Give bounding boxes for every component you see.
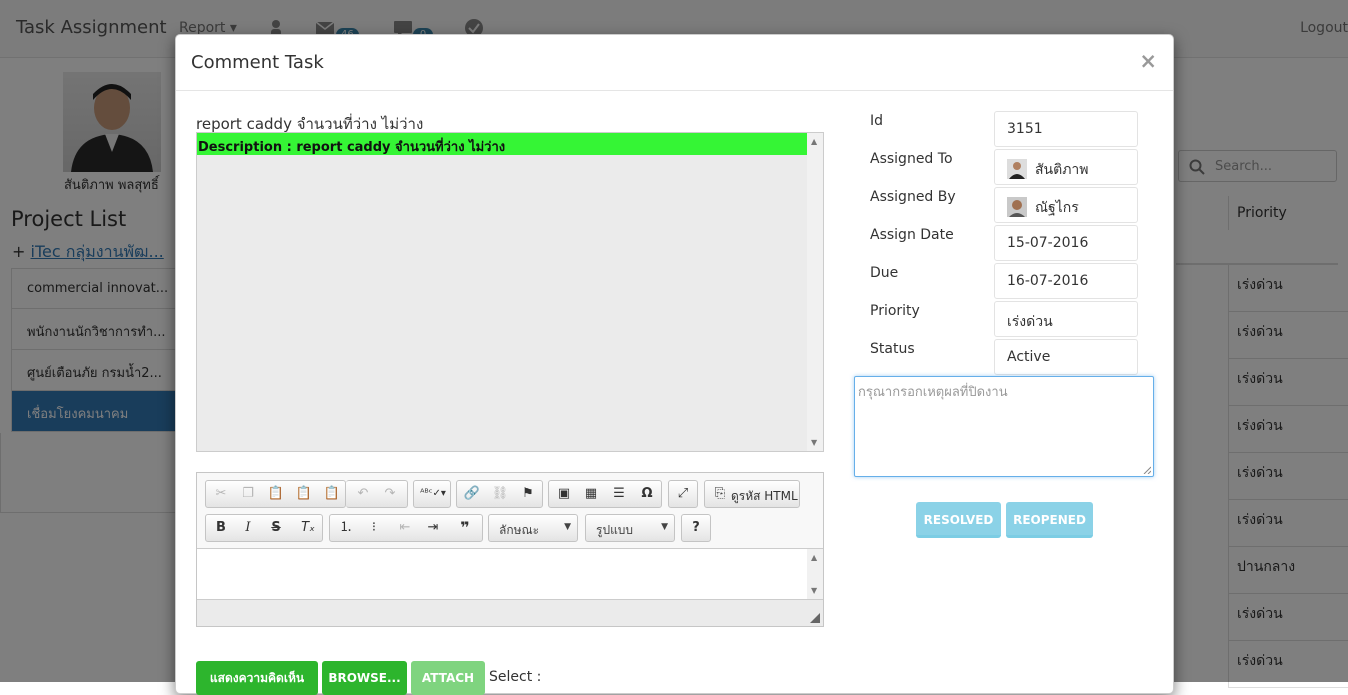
resize-grip-icon[interactable] bbox=[1143, 466, 1151, 474]
special-char-icon[interactable]: Ω bbox=[636, 484, 658, 504]
resize-grip-icon[interactable] bbox=[810, 613, 820, 623]
resolved-button[interactable]: RESOLVED bbox=[916, 502, 1001, 538]
close-icon[interactable]: × bbox=[1139, 49, 1157, 73]
caret-down-icon: ▼ bbox=[661, 522, 668, 532]
description-text: Description : report caddy จำนวนที่ว่าง … bbox=[197, 133, 807, 155]
redo-icon[interactable]: ↷ bbox=[379, 484, 401, 504]
comment-editor: ✂ ❐ 📋 📋 📋 ↶ ↷ ᴬᴮᶜ✓▾ 🔗 ⛓ ⚑ ▣ ▦ ☰ Ω ⤢ ⎘ ดู… bbox=[196, 472, 824, 627]
anchor-flag-icon[interactable]: ⚑ bbox=[517, 484, 539, 504]
scroll-down-icon[interactable]: ▼ bbox=[811, 586, 817, 595]
cut-icon[interactable]: ✂ bbox=[210, 484, 232, 504]
assign-date-label: Assign Date bbox=[870, 227, 954, 243]
id-value: 3151 bbox=[994, 111, 1138, 147]
assigned-by-label: Assigned By bbox=[870, 189, 956, 205]
paste-word-icon[interactable]: 📋 bbox=[321, 484, 343, 504]
editor-scrollbar[interactable]: ▲ ▼ bbox=[807, 549, 823, 599]
browse-button[interactable]: BROWSE... bbox=[322, 661, 407, 695]
scroll-up-icon[interactable]: ▲ bbox=[811, 137, 817, 146]
show-comments-button[interactable]: แสดงความคิดเห็น bbox=[196, 661, 318, 695]
maximize-icon[interactable]: ⤢ bbox=[672, 484, 694, 504]
close-reason-textarea[interactable]: กรุณากรอกเหตุผลที่ปิดงาน bbox=[854, 376, 1154, 477]
strike-icon[interactable]: S bbox=[265, 518, 287, 538]
format-group: B I S Tₓ bbox=[205, 514, 323, 542]
numbered-list-icon[interactable]: ⒈ bbox=[335, 518, 357, 538]
maximize-group: ⤢ bbox=[668, 480, 698, 508]
priority-label: Priority bbox=[870, 303, 920, 319]
status-value: Active bbox=[994, 339, 1138, 375]
assigned-to-value: สันติภาพ bbox=[994, 149, 1138, 185]
editor-toolbar: ✂ ❐ 📋 📋 📋 ↶ ↷ ᴬᴮᶜ✓▾ 🔗 ⛓ ⚑ ▣ ▦ ☰ Ω ⤢ ⎘ ดู… bbox=[205, 480, 817, 550]
description-box: Description : report caddy จำนวนที่ว่าง … bbox=[196, 132, 824, 452]
italic-icon[interactable]: I bbox=[237, 518, 259, 538]
horizontal-line-icon[interactable]: ☰ bbox=[608, 484, 630, 504]
assigned-to-name: สันติภาพ bbox=[1035, 162, 1089, 178]
scroll-up-icon[interactable]: ▲ bbox=[811, 553, 817, 562]
unlink-icon[interactable]: ⛓ bbox=[489, 484, 511, 504]
copy-icon[interactable]: ❐ bbox=[237, 484, 259, 504]
assigned-by-name: ณัฐไกร bbox=[1035, 200, 1079, 216]
insert-group: ▣ ▦ ☰ Ω bbox=[548, 480, 662, 508]
spellcheck-icon[interactable]: ᴬᴮᶜ✓▾ bbox=[418, 484, 448, 504]
modal-title: Comment Task bbox=[191, 52, 324, 73]
status-label: Status bbox=[870, 341, 915, 357]
image-icon[interactable]: ▣ bbox=[553, 484, 575, 504]
format-select[interactable]: รูปแบบ ▼ bbox=[585, 514, 675, 542]
clipboard-group: ✂ ❐ 📋 📋 📋 bbox=[205, 480, 346, 508]
clear-format-icon[interactable]: Tₓ bbox=[297, 518, 319, 538]
description-scrollbar[interactable]: ▲ ▼ bbox=[807, 133, 823, 451]
id-label: Id bbox=[870, 113, 884, 129]
assigned-by-value: ณัฐไกร bbox=[994, 187, 1138, 223]
modal-header: Comment Task × bbox=[176, 35, 1173, 91]
assigned-to-label: Assigned To bbox=[870, 151, 953, 167]
select-label: Select : bbox=[489, 669, 542, 685]
paragraph-group: ⒈ ⁝ ⇤ ⇥ ❞ bbox=[329, 514, 483, 542]
bold-icon[interactable]: B bbox=[210, 518, 232, 538]
indent-icon[interactable]: ⇥ bbox=[422, 518, 444, 538]
scroll-down-icon[interactable]: ▼ bbox=[811, 438, 817, 447]
priority-value: เร่งด่วน bbox=[994, 301, 1138, 337]
source-group[interactable]: ⎘ ดูรหัส HTML bbox=[704, 480, 800, 508]
help-group: ? bbox=[681, 514, 711, 542]
style-select-label: ลักษณะ bbox=[499, 523, 540, 537]
attach-button[interactable]: ATTACH bbox=[411, 661, 485, 695]
editor-content-area[interactable]: ▲ ▼ bbox=[197, 548, 823, 600]
avatar bbox=[1007, 196, 1027, 217]
source-label: ดูรหัส HTML bbox=[731, 489, 798, 503]
paste-text-icon[interactable]: 📋 bbox=[293, 484, 315, 504]
avatar bbox=[1007, 158, 1027, 179]
paste-icon[interactable]: 📋 bbox=[265, 484, 287, 504]
source-icon: ⎘ bbox=[714, 486, 726, 501]
close-reason-placeholder: กรุณากรอกเหตุผลที่ปิดงาน bbox=[858, 385, 1008, 400]
editor-footer bbox=[197, 600, 823, 626]
table-icon[interactable]: ▦ bbox=[580, 484, 602, 504]
outdent-icon[interactable]: ⇤ bbox=[394, 518, 416, 538]
due-value: 16-07-2016 bbox=[994, 263, 1138, 299]
help-icon[interactable]: ? bbox=[685, 518, 707, 538]
link-group: 🔗 ⛓ ⚑ bbox=[456, 480, 543, 508]
comment-task-modal: Comment Task × report caddy จำนวนที่ว่าง… bbox=[175, 34, 1174, 695]
style-select[interactable]: ลักษณะ ▼ bbox=[488, 514, 578, 542]
blockquote-icon[interactable]: ❞ bbox=[454, 518, 476, 538]
link-icon[interactable]: 🔗 bbox=[461, 484, 483, 504]
bullet-list-icon[interactable]: ⁝ bbox=[363, 518, 385, 538]
undo-icon[interactable]: ↶ bbox=[352, 484, 374, 504]
undo-group: ↶ ↷ bbox=[346, 480, 408, 508]
assign-date-value: 15-07-2016 bbox=[994, 225, 1138, 261]
format-select-label: รูปแบบ bbox=[596, 523, 634, 537]
spellcheck-group: ᴬᴮᶜ✓▾ bbox=[413, 480, 451, 508]
due-label: Due bbox=[870, 265, 899, 281]
caret-down-icon: ▼ bbox=[564, 522, 571, 532]
reopened-button[interactable]: REOPENED bbox=[1006, 502, 1093, 538]
